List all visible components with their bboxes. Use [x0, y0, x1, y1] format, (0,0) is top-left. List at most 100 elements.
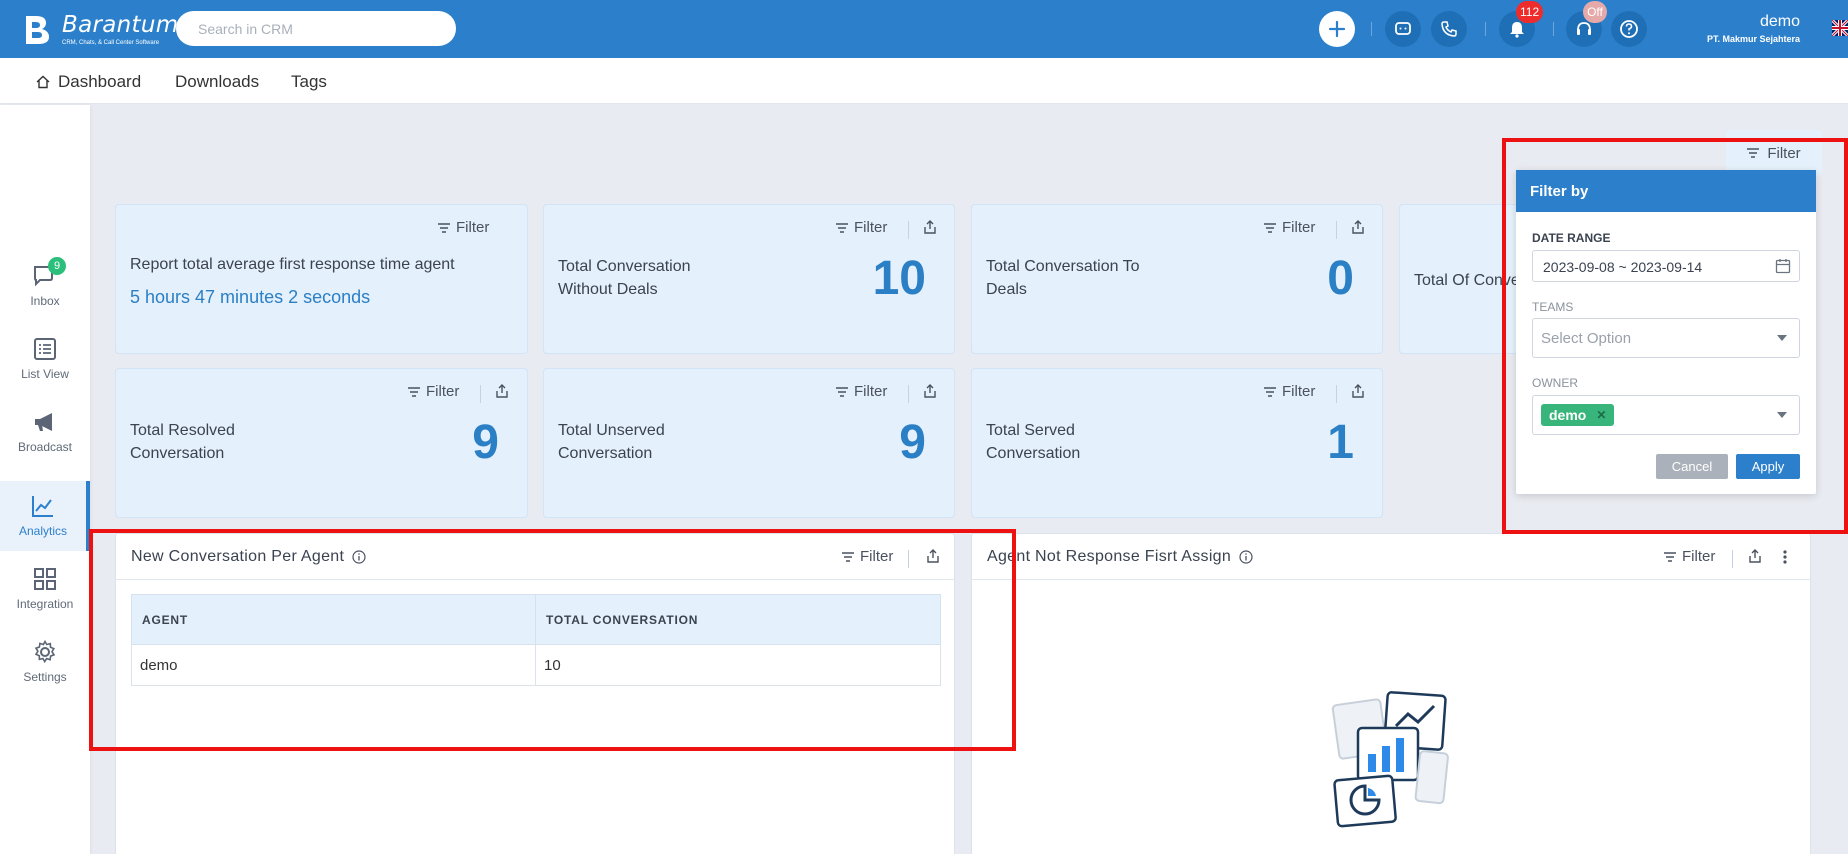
bell-icon	[1510, 22, 1524, 38]
nav-dashboard[interactable]: Dashboard	[36, 72, 141, 92]
card-title: Total Unserved Conversation	[558, 422, 665, 462]
header-divider	[1371, 22, 1372, 36]
filter-icon	[408, 386, 420, 397]
call-button[interactable]	[1431, 11, 1467, 47]
info-icon[interactable]	[352, 550, 366, 564]
apply-button[interactable]: Apply	[1736, 454, 1800, 479]
panel-header: New Conversation Per Agent Filter	[116, 534, 954, 580]
cell-total-conversation: 10	[535, 644, 941, 686]
info-icon[interactable]	[1239, 550, 1253, 564]
panel-header: Agent Not Response Fisrt Assign Filter	[972, 534, 1810, 580]
card-filter-button[interactable]: Filter	[1264, 383, 1315, 400]
panel-filter-label: Filter	[860, 548, 894, 565]
chevron-down-icon	[1777, 335, 1787, 341]
sidebar-item-label: Integration	[16, 597, 74, 611]
list-icon	[34, 338, 56, 360]
owner-select[interactable]: demo ✕	[1532, 395, 1800, 435]
card-filter-button[interactable]: Filter	[1264, 219, 1315, 236]
card-divider	[1336, 221, 1337, 239]
teams-select[interactable]: Select Option	[1532, 318, 1800, 358]
brand-name: Barantum	[62, 12, 179, 38]
filter-icon	[836, 386, 848, 397]
date-range-input[interactable]: 2023-09-08 ~ 2023-09-14	[1532, 250, 1800, 282]
filter-popup-title: Filter by	[1516, 170, 1816, 212]
card-title: Total Resolved Conversation	[130, 422, 235, 462]
export-icon[interactable]	[494, 383, 510, 399]
header-divider	[1485, 22, 1486, 36]
card-title: Total Of Conve	[1414, 272, 1519, 289]
panel-filter-button[interactable]: Filter	[842, 548, 893, 565]
card-value: 9	[472, 416, 499, 469]
card-filter-label: Filter	[854, 219, 888, 236]
table-row: demo 10	[131, 644, 941, 686]
card-divider	[1336, 385, 1337, 403]
export-icon[interactable]	[1350, 219, 1366, 235]
uk-flag-icon[interactable]	[1832, 20, 1848, 36]
export-icon[interactable]	[922, 383, 938, 399]
sidebar-item-integration[interactable]: Integration	[0, 554, 90, 624]
owner-chip: demo ✕	[1541, 404, 1615, 426]
card-divider	[908, 221, 909, 239]
plus-icon	[1328, 20, 1346, 38]
calendar-icon	[1775, 259, 1791, 274]
card-title: Total Conversation Without Deals	[558, 258, 691, 298]
nav-downloads[interactable]: Downloads	[175, 72, 259, 92]
empty-chart-illustration-icon	[1331, 691, 1449, 828]
sidebar-item-list-view[interactable]: List View	[0, 324, 90, 394]
megaphone-icon	[35, 413, 52, 431]
filter-icon	[1264, 222, 1276, 233]
card-filter-button[interactable]: Filter	[408, 383, 459, 400]
card-filter-button[interactable]: Filter	[836, 383, 887, 400]
card-filter-button[interactable]: Filter	[836, 219, 887, 236]
add-button[interactable]	[1319, 11, 1355, 47]
card-filter-label: Filter	[1282, 383, 1316, 400]
column-header-total-conversation[interactable]: TOTAL CONVERSATION	[535, 594, 941, 645]
nav-tags[interactable]: Tags	[291, 72, 327, 92]
sidebar-item-analytics[interactable]: Analytics	[0, 481, 90, 551]
help-button[interactable]	[1611, 11, 1647, 47]
nav-downloads-label: Downloads	[175, 72, 260, 91]
avg-response-card: Filter Report total average first respon…	[115, 204, 528, 354]
export-icon[interactable]	[1350, 383, 1366, 399]
question-circle-icon	[1620, 20, 1638, 38]
filter-icon	[1664, 551, 1676, 562]
panel-title: Agent Not Response Fisrt Assign	[987, 548, 1253, 566]
teams-placeholder: Select Option	[1541, 330, 1632, 347]
more-vertical-icon[interactable]	[1782, 549, 1788, 565]
cancel-button[interactable]: Cancel	[1656, 454, 1728, 479]
brand-tagline: CRM, Chats, & Call Center Software	[62, 40, 160, 46]
card-filter-button[interactable]: Filter	[438, 219, 489, 236]
phone-icon	[1441, 21, 1457, 37]
filter-icon	[1747, 148, 1760, 158]
panel-filter-button[interactable]: Filter	[1664, 548, 1715, 565]
notifications-button[interactable]: 112	[1499, 1, 1544, 47]
sidebar-item-settings[interactable]: Settings	[0, 627, 90, 697]
resolved-card: Filter Total Resolved Conversation 9	[115, 368, 528, 518]
export-icon[interactable]	[1747, 548, 1763, 564]
to-deals-card: Filter Total Conversation To Deals 0	[971, 204, 1383, 354]
notification-count-badge: 112	[1516, 1, 1544, 23]
card-filter-label: Filter	[1282, 219, 1316, 236]
brand-logo[interactable]: Barantum CRM, Chats, & Call Center Softw…	[22, 10, 178, 48]
total-of-card: Total Of Conve	[1399, 204, 1519, 354]
user-name[interactable]: demo	[1760, 13, 1800, 31]
card-filter-label: Filter	[854, 383, 888, 400]
export-icon[interactable]	[922, 219, 938, 235]
headset-icon	[1577, 22, 1591, 35]
sidebar-item-inbox[interactable]: 9 Inbox	[0, 251, 90, 321]
crm-search-input[interactable]	[176, 11, 456, 46]
left-sidebar: 9 Inbox List View Broadcast Analytics In…	[0, 105, 90, 854]
top-header: Barantum CRM, Chats, & Call Center Softw…	[0, 0, 1848, 58]
panel-divider	[908, 550, 909, 568]
column-header-agent[interactable]: AGENT	[131, 594, 536, 645]
sidebar-item-broadcast[interactable]: Broadcast	[0, 397, 90, 467]
date-range-label: DATE RANGE	[1532, 231, 1611, 245]
owner-chip-label: demo	[1549, 407, 1587, 423]
chat-button[interactable]	[1385, 11, 1421, 47]
gear-icon	[34, 640, 56, 664]
sidebar-item-label: Inbox	[30, 294, 60, 308]
remove-chip-icon[interactable]: ✕	[1596, 408, 1606, 422]
export-icon[interactable]	[925, 548, 941, 564]
sidebar-item-label: Analytics	[18, 524, 68, 538]
headset-status-button[interactable]: Off	[1566, 1, 1607, 47]
